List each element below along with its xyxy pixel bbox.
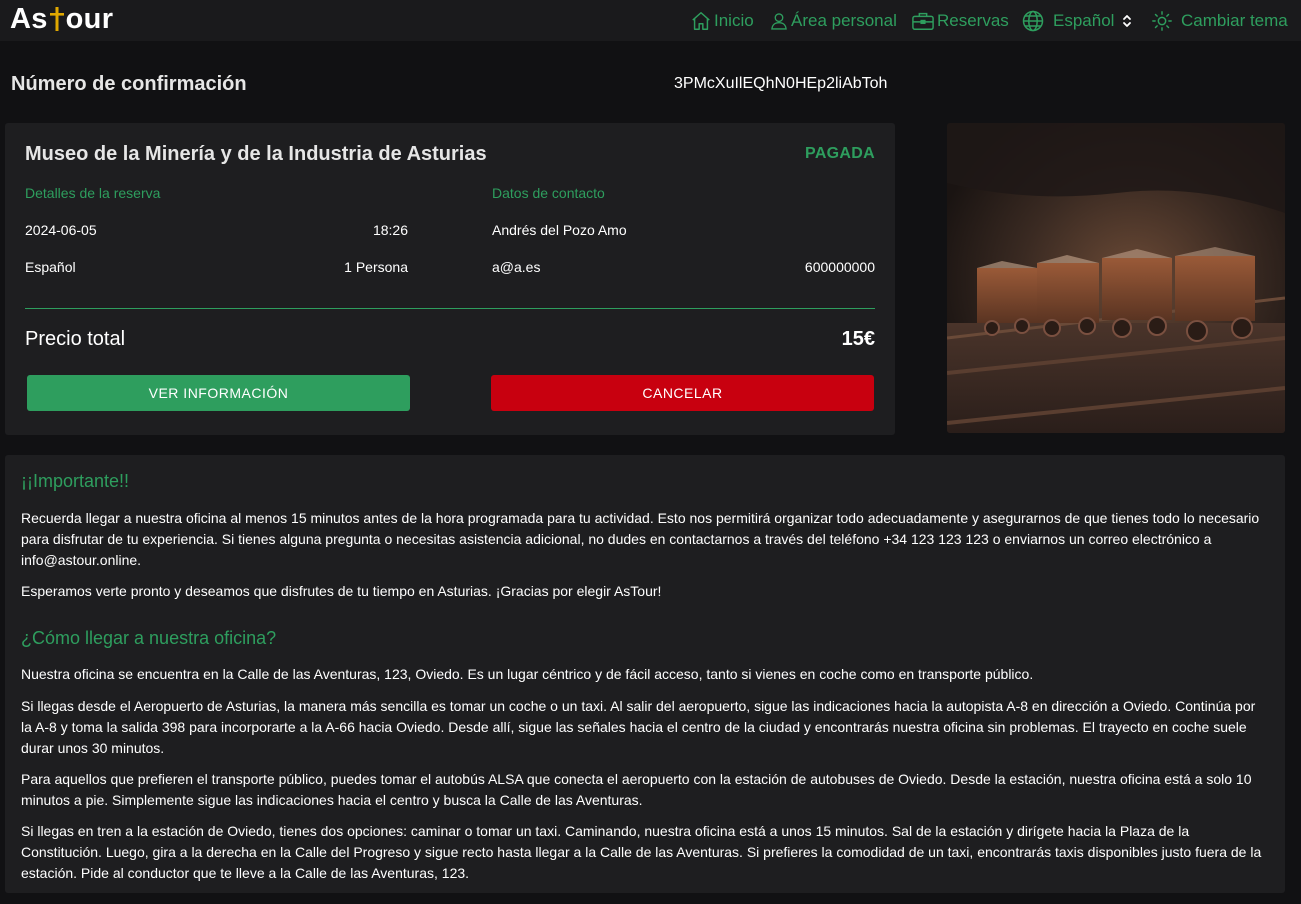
total-price-label: Precio total (25, 328, 126, 350)
activity-image (947, 123, 1285, 433)
nav-personal-area-link[interactable]: Área personal (769, 0, 897, 41)
directions-paragraph-4: Si llegas en tren a la estación de Ovied… (21, 823, 1262, 881)
confirmation-number-label: Número de confirmación (11, 73, 247, 95)
nav-bookings-label: Reservas (937, 10, 1009, 30)
contact-email: a@a.es (492, 259, 541, 275)
booking-date: 2024-06-05 (25, 222, 97, 238)
directions-heading: ¿Cómo llegar a nuestra oficina? (21, 628, 277, 648)
booking-time: 18:26 (372, 222, 408, 238)
astour-logo[interactable]: As our (10, 3, 113, 36)
chevron-updown-icon (1123, 14, 1132, 27)
information-panel: ¡¡Importante!! Recuerda llegar a nuestra… (5, 455, 1285, 893)
directions-paragraph-3: Para aquellos que prefieren el transport… (21, 771, 1252, 808)
nav-home-label: Inicio (714, 10, 754, 30)
contact-name: Andrés del Pozo Amo (492, 222, 627, 238)
theme-toggle-label: Cambiar tema (1181, 10, 1288, 30)
directions-paragraph-1: Nuestra oficina se encuentra en la Calle… (21, 666, 1034, 682)
directions-paragraph-2: Si llegas desde el Aeropuerto de Asturia… (21, 698, 1256, 756)
nav-personal-area-label: Área personal (791, 10, 897, 30)
booking-people: 1 Persona (344, 259, 408, 275)
cancel-button[interactable]: CANCELAR (491, 375, 874, 411)
booking-details-heading: Detalles de la reserva (25, 185, 161, 201)
important-paragraph-1: Recuerda llegar a nuestra oficina al men… (21, 510, 1260, 568)
globe-icon (1022, 10, 1044, 31)
nav-bookings-link[interactable]: Reservas (911, 0, 1009, 41)
user-icon (771, 12, 787, 30)
theme-toggle[interactable]: Cambiar tema (1151, 0, 1288, 41)
status-badge: PAGADA (805, 145, 875, 162)
logo-text-suffix: our (65, 3, 114, 35)
view-info-button[interactable]: VER INFORMACIÓN (27, 375, 410, 411)
confirmation-number-value: 3PMcXuIlEQhN0HEp2liAbToh (674, 75, 888, 92)
card-divider (25, 308, 875, 309)
briefcase-icon (912, 12, 934, 30)
booking-card: Museo de la Minería y de la Industria de… (5, 123, 895, 435)
total-price-value: 15€ (841, 328, 875, 350)
logo-cross-icon (49, 5, 65, 35)
important-heading: ¡¡Importante!! (21, 471, 130, 491)
top-navbar: As our Inicio Área personal Reservas Esp… (0, 0, 1301, 41)
booking-language: Español (25, 259, 76, 275)
logo-text-prefix: As (10, 3, 48, 35)
language-select[interactable]: Español (1021, 0, 1134, 41)
sun-icon (1152, 10, 1172, 31)
nav-home-link[interactable]: Inicio (690, 0, 754, 41)
booking-title: Museo de la Minería y de la Industria de… (25, 143, 487, 165)
important-paragraph-2: Esperamos verte pronto y deseamos que di… (21, 583, 662, 599)
home-icon (692, 11, 710, 30)
contact-details-heading: Datos de contacto (492, 185, 605, 201)
language-select-value: Español (1053, 10, 1115, 30)
contact-phone: 600000000 (804, 259, 875, 275)
